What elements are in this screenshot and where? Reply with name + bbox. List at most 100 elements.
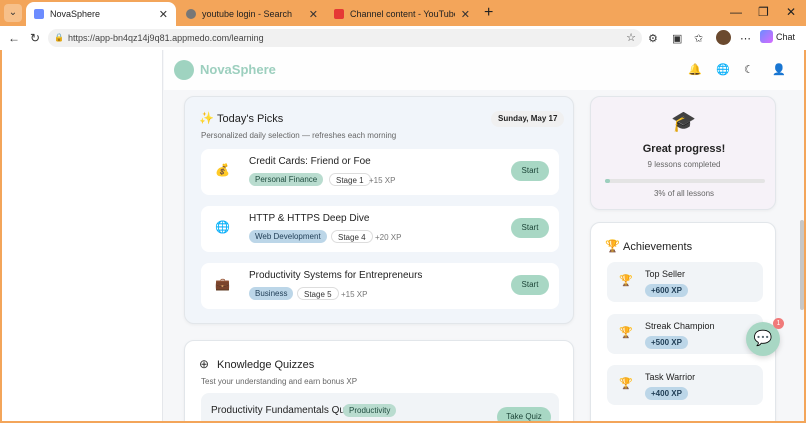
profile-avatar[interactable] <box>716 30 731 45</box>
start-button[interactable]: Start <box>511 218 549 238</box>
bookmark-star-icon[interactable]: ☆ <box>626 29 636 47</box>
pick-item[interactable]: 💰 Credit Cards: Friend or Foe Personal F… <box>201 149 559 195</box>
new-tab-plus-icon[interactable]: + <box>484 4 493 22</box>
extensions-icon[interactable]: ⚙ <box>648 32 658 45</box>
achievement-name: Top Seller <box>645 269 686 279</box>
tab-youtube-login-search[interactable]: youtube login - Search ✕ <box>178 2 326 26</box>
todays-picks-card: ✨ Today's Picks Personalized daily selec… <box>184 96 574 324</box>
notification-badge: 1 <box>773 318 784 329</box>
tab-label: youtube login - Search <box>202 9 293 19</box>
date-badge: Sunday, May 17 <box>491 111 565 127</box>
back-arrow-icon[interactable]: ← <box>8 31 20 45</box>
pick-title: HTTP & HTTPS Deep Dive <box>249 213 370 224</box>
sidebar <box>2 50 163 421</box>
page-viewport: NovaSphere 🔔 🌐 ☾ 👤 ✨ Today's Picks Perso… <box>2 50 804 421</box>
copilot-icon <box>760 30 773 43</box>
reload-icon[interactable]: ↻ <box>30 31 40 45</box>
progress-percent: 3% of all lessons <box>653 189 715 198</box>
trophy-icon: 🏆 <box>619 378 633 390</box>
search-favicon-icon <box>186 9 196 19</box>
achievement-xp: +400 XP <box>645 387 688 400</box>
lessons-completed: 9 lessons completed <box>647 160 721 169</box>
pick-title: Credit Cards: Friend or Foe <box>249 156 371 167</box>
more-options-icon[interactable]: ⋯ <box>740 32 751 45</box>
progress-bar <box>605 179 765 183</box>
tab-label: Channel content - YouTube Studio <box>350 9 455 19</box>
user-icon[interactable]: 👤 <box>772 63 786 76</box>
category-chip: Productivity <box>343 404 397 417</box>
achievement-item: 🏆 Streak Champion +500 XP <box>607 314 763 354</box>
globe-icon: 🌐 <box>215 220 230 234</box>
quiz-title: Productivity Fundamentals Quiz <box>211 405 353 416</box>
section-subtitle: Test your understanding and earn bonus X… <box>201 377 358 386</box>
restore-icon[interactable]: ❐ <box>758 5 769 19</box>
category-chip: Business <box>249 287 294 300</box>
globe-language-icon[interactable]: 🌐 <box>716 63 730 76</box>
take-quiz-button[interactable]: Take Quiz <box>497 407 551 421</box>
page-scrollbar[interactable] <box>800 220 804 310</box>
start-button[interactable]: Start <box>511 161 549 181</box>
stage-chip: Stage 5 <box>297 287 339 300</box>
close-tab-icon[interactable]: ✕ <box>159 8 168 21</box>
achievement-item: 🏆 Task Warrior +400 XP <box>607 365 763 405</box>
section-title: Today's Picks <box>217 113 284 125</box>
site-info-icon[interactable]: 🔒 <box>54 29 64 47</box>
pick-title: Productivity Systems for Entrepreneurs <box>249 270 423 281</box>
split-screen-icon[interactable]: ▣ <box>672 32 682 45</box>
sparkles-icon: ✨ <box>199 111 214 125</box>
progress-bar-fill <box>605 179 610 183</box>
progress-card: 🎓 Great progress! 9 lessons completed 3%… <box>590 96 776 210</box>
tab-search-chevron-icon[interactable]: ⌄ <box>4 4 22 22</box>
xp-value: +15 XP <box>369 176 396 185</box>
progress-title: Great progress! <box>642 143 726 155</box>
browser-tab-bar: ⌄ NovaSphere ✕ youtube login - Search ✕ … <box>0 0 806 26</box>
stage-chip: Stage 4 <box>331 230 373 243</box>
quiz-item[interactable]: Productivity Fundamentals Quiz Productiv… <box>201 393 559 421</box>
moon-icon[interactable]: ☾ <box>744 63 754 76</box>
pick-item[interactable]: 🌐 HTTP & HTTPS Deep Dive Web Development… <box>201 206 559 252</box>
achievement-name: Streak Champion <box>645 321 715 331</box>
section-subtitle: Personalized daily selection — refreshes… <box>201 131 397 140</box>
minimize-icon[interactable]: — <box>730 5 742 19</box>
achievement-name: Task Warrior <box>645 372 696 382</box>
url-field[interactable]: 🔒 https://app-bn4qz14j9q81.appmedo.com/l… <box>48 29 642 47</box>
browser-address-bar: ← ↻ 🔒 https://app-bn4qz14j9q81.appmedo.c… <box>0 26 806 50</box>
app-header: NovaSphere 🔔 🌐 ☾ 👤 <box>164 50 804 90</box>
close-tab-icon[interactable]: ✕ <box>461 8 470 21</box>
start-button[interactable]: Start <box>511 275 549 295</box>
money-bag-icon: 💰 <box>215 163 230 177</box>
achievements-card: 🏆 Achievements 🏆 Top Seller +600 XP 🏆 St… <box>590 222 776 421</box>
tab-label: NovaSphere <box>50 9 101 19</box>
trophy-icon: 🏆 <box>619 327 633 339</box>
section-title: Achievements <box>623 241 693 253</box>
knowledge-quizzes-card: ⊕ Knowledge Quizzes Test your understand… <box>184 340 574 421</box>
favorites-icon[interactable]: ✩ <box>694 32 703 45</box>
close-tab-icon[interactable]: ✕ <box>309 8 318 21</box>
briefcase-icon: 💼 <box>215 277 230 291</box>
stage-chip: Stage 1 <box>329 173 371 186</box>
achievement-xp: +500 XP <box>645 336 688 349</box>
trophy-icon: 🏆 <box>605 239 620 253</box>
brand-logo-icon[interactable] <box>174 60 194 80</box>
chat-label: Chat <box>776 31 796 42</box>
xp-value: +15 XP <box>341 290 368 299</box>
bell-icon[interactable]: 🔔 <box>688 63 702 76</box>
brain-icon: ⊕ <box>199 357 210 371</box>
achievement-xp: +600 XP <box>645 284 688 297</box>
section-title: Knowledge Quizzes <box>217 359 315 371</box>
novasphere-favicon-icon <box>34 9 44 19</box>
copilot-chat-button[interactable]: Chat <box>760 30 795 43</box>
pick-item[interactable]: 💼 Productivity Systems for Entrepreneurs… <box>201 263 559 309</box>
category-chip: Personal Finance <box>249 173 324 186</box>
youtube-favicon-icon <box>334 9 344 19</box>
achievement-item: 🏆 Top Seller +600 XP <box>607 262 763 302</box>
category-chip: Web Development <box>249 230 327 243</box>
trophy-icon: 🏆 <box>619 275 633 287</box>
url-text: https://app-bn4qz14j9q81.appmedo.com/lea… <box>68 33 264 43</box>
xp-value: +20 XP <box>375 233 402 242</box>
tab-novasphere[interactable]: NovaSphere ✕ <box>26 2 176 26</box>
brand-name[interactable]: NovaSphere <box>200 62 276 77</box>
tab-youtube-studio[interactable]: Channel content - YouTube Studio ✕ <box>326 2 478 26</box>
graduation-cap-icon: 🎓 <box>671 111 696 133</box>
close-window-icon[interactable]: ✕ <box>786 5 796 19</box>
